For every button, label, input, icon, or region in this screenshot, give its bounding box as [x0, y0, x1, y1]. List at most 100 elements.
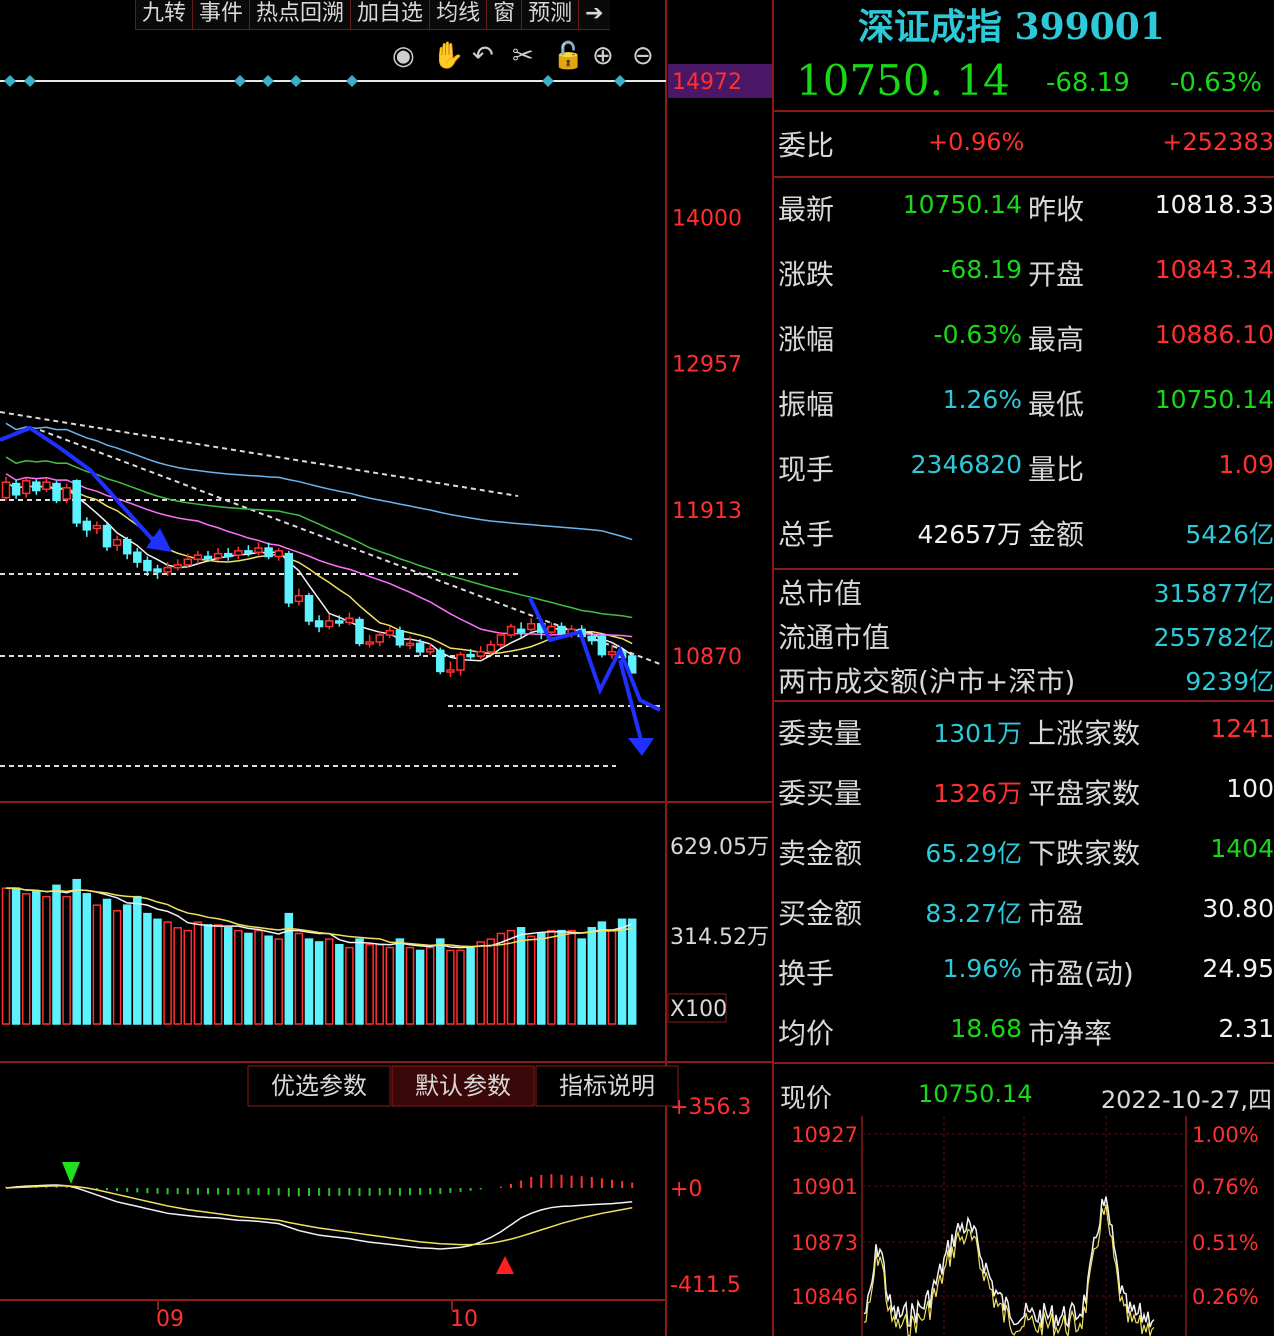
mini-chart-label: 现价	[780, 1084, 833, 1114]
undo-icon[interactable]: ↶	[472, 41, 494, 71]
mini-left-tick: 10873	[791, 1231, 858, 1255]
eye-icon[interactable]: ◉	[392, 41, 415, 71]
quote-row: 涨跌 -68.19 开盘 10843.34	[774, 253, 1274, 303]
toolbar-button-add-watchlist[interactable]: 加自选	[350, 0, 430, 30]
mini-right-tick: 0.76%	[1192, 1175, 1259, 1199]
candle-body	[436, 649, 445, 673]
candle-body	[476, 651, 485, 657]
candle-body	[314, 620, 324, 628]
volume-bar	[577, 938, 586, 1025]
weibi-row: 委比 +0.96% +252383	[774, 124, 1274, 174]
mini-left-tick: 10927	[791, 1123, 858, 1147]
market-label: 流通市值	[778, 621, 891, 654]
toolbar-button-window[interactable]: 窗	[486, 0, 522, 30]
toolbar-button-forecast[interactable]: 预测	[521, 0, 579, 30]
quote-value: 1.26%	[942, 385, 1022, 414]
volume-bar	[112, 910, 122, 1025]
toolbar-button-jiuzhuan[interactable]: 九转	[135, 0, 193, 30]
candle-body	[52, 482, 61, 502]
quote-row: 现手 2346820 量比 1.09	[774, 448, 1274, 498]
candle-body	[324, 620, 334, 628]
event-marker	[234, 75, 246, 87]
macd-tick-label: -411.5	[670, 1273, 741, 1298]
lock-icon[interactable]: 🔓	[552, 40, 584, 71]
candle-body	[183, 558, 193, 566]
candle-body	[547, 625, 556, 633]
candle-body	[62, 487, 71, 500]
volume-bar	[587, 927, 597, 1025]
hand-icon[interactable]: ✋	[432, 40, 464, 71]
volume-bar	[183, 929, 193, 1025]
candle-body	[456, 653, 465, 671]
indicator-tab-label[interactable]: 指标说明	[559, 1072, 655, 1100]
volume-bar	[264, 935, 273, 1025]
order-label: 均价	[778, 1017, 835, 1050]
zoom-out-icon[interactable]: ⊖	[632, 41, 654, 71]
kline-chart[interactable]: ◉ ✋ ↶ ✂ 🔓 ⊕ ⊖ 14972 14000 12957 11913 10870 629.05万 3…	[0, 0, 772, 1336]
market-value: 315877亿	[1153, 579, 1274, 608]
candle-body	[506, 625, 516, 636]
candle-body	[446, 669, 455, 673]
scissors-icon[interactable]: ✂	[512, 41, 534, 71]
candle-body	[1, 481, 11, 499]
event-marker	[542, 75, 554, 87]
volume-bar	[234, 929, 243, 1025]
candle-body	[122, 538, 132, 555]
volume-bar	[82, 893, 92, 1025]
order-value: 30.80	[1202, 894, 1274, 923]
volume-bar	[42, 895, 51, 1025]
volume-bar	[203, 924, 213, 1025]
price-tick-label: 14000	[672, 206, 742, 231]
candle-body	[102, 524, 112, 548]
intraday-mini-chart[interactable]: 10927 1.00% 10901 0.76% 10873 0.51% 10846 0.26%	[774, 1116, 1274, 1336]
volume-bar	[415, 949, 425, 1025]
volume-bar	[557, 929, 566, 1025]
event-marker	[346, 75, 358, 87]
quote-label: 涨幅	[778, 323, 835, 356]
price-tick-label: 11913	[672, 499, 742, 524]
toolbar-button-events[interactable]: 事件	[192, 0, 250, 30]
volume-bar	[133, 895, 142, 1025]
zoom-in-icon[interactable]: ⊕	[592, 41, 614, 71]
market-row: 总市值 315877亿	[774, 572, 1274, 622]
quote-row: 涨幅 -0.63% 最高 10886.10	[774, 318, 1274, 368]
candle-body	[365, 641, 374, 645]
candle-body	[415, 642, 425, 653]
volume-bar	[21, 893, 31, 1025]
indicator-tab-label[interactable]: 默认参数	[415, 1072, 511, 1100]
candle-body	[193, 554, 203, 561]
event-marker	[24, 75, 36, 87]
quote-label: 涨跌	[778, 258, 835, 291]
order-value: 100	[1226, 774, 1274, 803]
candle-body	[21, 480, 31, 495]
order-label: 委买量	[778, 777, 863, 810]
volume-bar	[254, 929, 263, 1025]
indicator-tab-label[interactable]: 优选参数	[271, 1072, 367, 1100]
volume-bar	[72, 878, 81, 1025]
volume-bar	[345, 946, 354, 1025]
candle-body	[173, 564, 182, 569]
toolbar-button-ma[interactable]: 均线	[429, 0, 487, 30]
volume-bar	[425, 946, 435, 1025]
volume-bar	[244, 932, 253, 1025]
candle-body	[11, 482, 21, 496]
volume-bar	[92, 904, 102, 1025]
candle-body	[264, 547, 273, 558]
order-value: 1326万	[933, 779, 1022, 808]
candle-body	[375, 634, 384, 643]
candle-body	[254, 547, 263, 554]
market-row: 两市成交额(沪市+深市) 9239亿	[774, 660, 1274, 710]
exit-icon[interactable]: ➔	[578, 0, 610, 30]
volume-bar	[456, 949, 465, 1025]
quote-label: 最新	[778, 193, 835, 226]
macd-buy-arrow	[62, 1162, 80, 1184]
quote-value: 2346820	[910, 450, 1022, 479]
toolbar-button-hot-review[interactable]: 热点回溯	[249, 0, 351, 30]
event-marker	[614, 75, 626, 87]
candle-body	[163, 566, 172, 573]
order-row: 卖金额 65.29亿 下跌家数 1404	[774, 832, 1274, 882]
order-label: 卖金额	[778, 837, 863, 870]
order-value: 2.31	[1218, 1014, 1274, 1043]
quote-panel: 深证成指 399001 10750. 14 -68.19 -0.63% 委比 +…	[772, 0, 1274, 1336]
order-label: 市净率	[1028, 1017, 1113, 1050]
